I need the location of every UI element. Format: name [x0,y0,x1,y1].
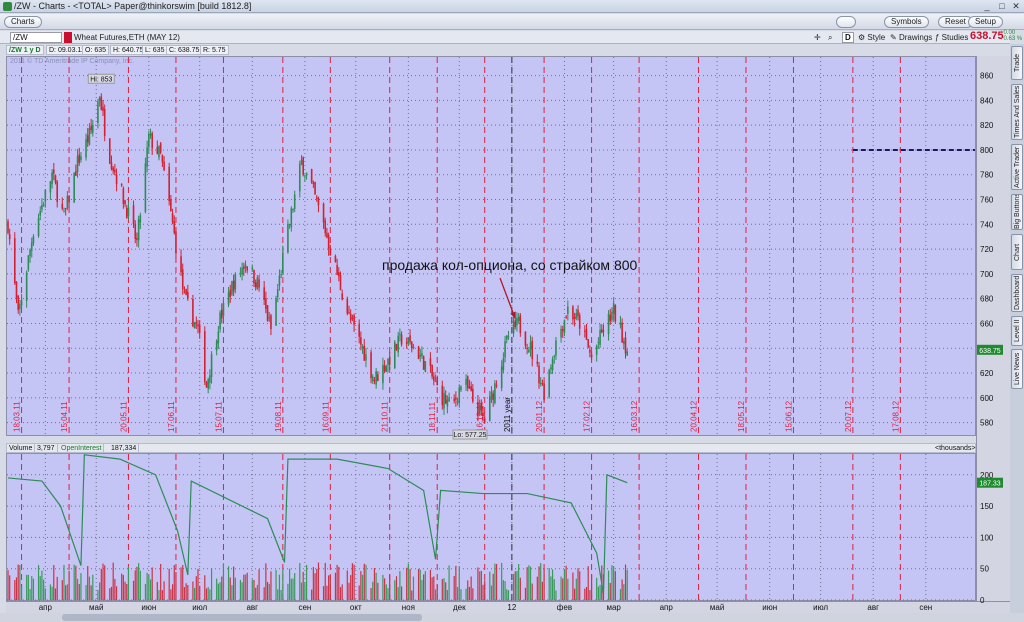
symbols-button[interactable]: Symbols [884,16,929,28]
window-title: /ZW - Charts - <TOTAL> Paper@thinkorswim… [14,1,252,11]
style-label: Style [867,33,886,42]
drawings-label: Drawings [898,33,933,42]
price-change-pct: +0.63 % [1000,36,1023,42]
side-tab-level-ii[interactable]: Level II [1011,316,1023,346]
charts-button-label: Charts [11,17,35,26]
volume-value: 3,797 [35,444,58,453]
side-tab-chart[interactable]: Chart [1011,234,1023,270]
menubar: Charts Symbols Reset Setup [0,14,1024,30]
side-tab-dashboard[interactable]: Dashboard [1011,274,1023,312]
ohlc-info-bar: /ZW 1 y D D: 09.03.12 O: 635 H: 640.75 L… [6,45,1006,55]
style-icon: ⚙ [858,33,868,42]
open-value: O: 635 [82,45,110,55]
price-axis[interactable] [976,56,1010,601]
window-titlebar: /ZW - Charts - <TOTAL> Paper@thinkorswim… [0,0,1024,13]
close-button[interactable]: ✕ [1009,1,1023,11]
oi-value: 187,334 [109,444,140,453]
copyright-text: 2011 © TD Ameritrade IP Company, Inc. [10,58,135,65]
units-label: <thousands> [935,445,976,452]
symbol-description: Wheat Futures,ETH (MAY 12) [74,33,180,42]
zoom-icon[interactable]: ⌕ [828,32,832,43]
crosshair-icon[interactable]: ✛ [814,32,821,43]
chart-toolbar: /ZW Wheat Futures,ETH (MAY 12) ✛ ⌕ D ⚙ S… [0,31,1010,44]
drawings-button[interactable]: ✎ Drawings [890,32,932,43]
side-tab-active-trader[interactable]: Active Trader [1011,144,1023,190]
minimize-button[interactable]: _ [980,1,994,11]
maximize-button[interactable]: □ [995,1,1009,11]
time-axis[interactable] [6,601,1010,613]
last-price: 638.75 [970,30,1004,42]
symbol-color-swatch [64,32,72,43]
range-value: R: 5.75 [200,45,229,55]
app-logo-icon [3,2,12,11]
drawings-icon: ✎ [890,33,899,42]
low-value: L: 635 [142,45,168,55]
period-label[interactable]: /ZW 1 y D [6,45,44,55]
horizontal-scrollbar[interactable] [0,613,1024,622]
volume-panel[interactable] [6,453,976,601]
side-tabs: Trade Times And Sales Active Trader Big But… [1010,44,1024,613]
layout-button[interactable] [836,16,856,28]
side-tab-live-news[interactable]: Live News [1011,349,1023,389]
aggregation-button[interactable]: D [842,32,854,43]
close-value: C: 638.75 [166,45,203,55]
studies-label: Studies [941,33,969,42]
volume-label: Volume [7,444,36,453]
symbol-input[interactable]: /ZW [10,32,62,43]
studies-button[interactable]: ƒ Studies [935,32,968,43]
scroll-thumb[interactable] [62,614,422,621]
style-button[interactable]: ⚙ Style [858,32,885,43]
volume-header: Volume 3,797 OpenInterest 187,334 <thous… [6,443,976,453]
setup-button[interactable]: Setup [968,16,1003,28]
charts-button[interactable]: Charts [4,16,42,28]
high-value: H: 640.75 [110,45,147,55]
side-tab-trade[interactable]: Trade [1011,46,1023,80]
price-panel[interactable] [6,56,976,436]
oi-label: OpenInterest [59,444,105,453]
side-tab-times-and-sales[interactable]: Times And Sales [1011,84,1023,140]
price-change: +0.00 +0.63 % [1000,30,1022,42]
studies-icon: ƒ [935,33,942,42]
side-tab-big-buttons[interactable]: Big Buttons [1011,194,1023,230]
